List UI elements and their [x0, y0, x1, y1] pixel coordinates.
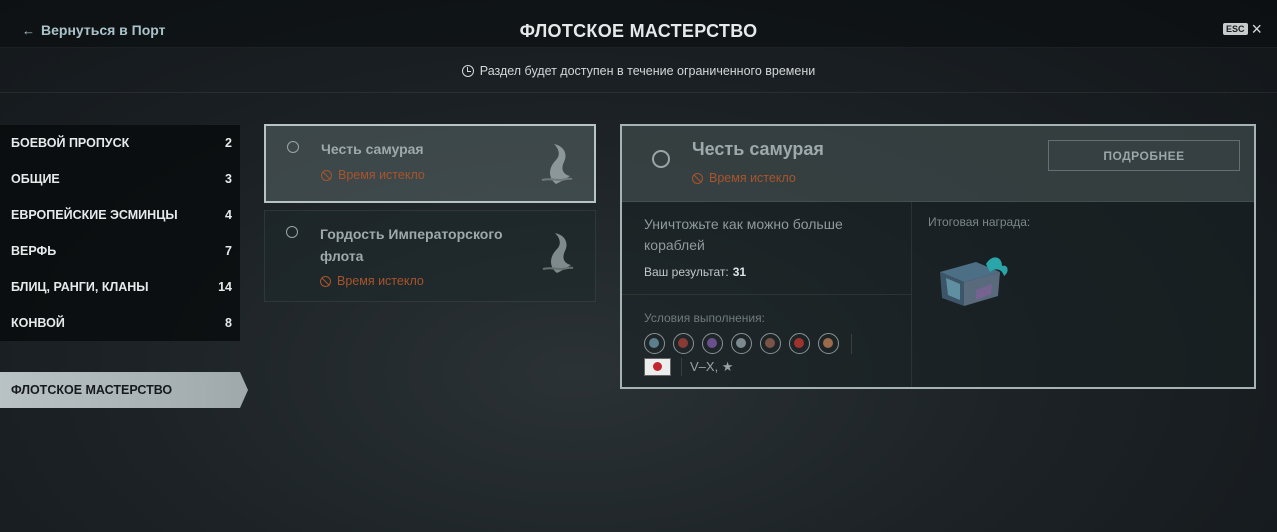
- radio-icon: [652, 150, 670, 168]
- sidebar-item-label: ЕВРОПЕЙСКИЕ ЭСМИНЦЫ: [11, 208, 178, 222]
- result-line: Ваш результат: 31: [644, 265, 746, 279]
- sidebar-item-count: 2: [225, 136, 232, 150]
- page-title: ФЛОТСКОЕ МАСТЕРСТВО: [519, 21, 758, 41]
- radio-icon: [287, 141, 299, 153]
- sidebar-item-fleet-mastery[interactable]: ФЛОТСКОЕ МАСТЕРСТВО: [0, 372, 248, 408]
- divider: [622, 294, 911, 295]
- ship-class-icon: [702, 333, 723, 354]
- close-icon: ×: [1251, 19, 1263, 39]
- ship-class-icon: [731, 333, 752, 354]
- divider: [911, 202, 912, 387]
- ship-class-icon: [789, 333, 810, 354]
- sidebar-item-general[interactable]: ОБЩИЕ 3: [0, 161, 240, 197]
- sidebar-item-convoy[interactable]: КОНВОЙ 8: [0, 305, 240, 341]
- sidebar-item-label: БОЕВОЙ ПРОПУСК: [11, 136, 130, 150]
- expired-icon: [692, 172, 703, 184]
- sidebar-item-label: ОБЩИЕ: [11, 172, 60, 186]
- task-description: Уничтожьте как можно больше кораблей: [644, 216, 843, 253]
- detail-status: Время истекло: [692, 171, 796, 185]
- ship-class-icons: [644, 333, 852, 354]
- notice-text: Раздел будет доступен в течение ограниче…: [479, 64, 816, 78]
- mission-detail-panel: Честь самурая Время истекло ПОДРОБНЕЕ Ун…: [620, 124, 1256, 389]
- status-text: Время истекло: [337, 274, 424, 288]
- sidebar-item-count: 14: [218, 280, 232, 294]
- sidebar: БОЕВОЙ ПРОПУСК 2 ОБЩИЕ 3 ЕВРОПЕЙСКИЕ ЭСМ…: [0, 125, 240, 341]
- more-details-button[interactable]: ПОДРОБНЕЕ: [1048, 140, 1240, 171]
- sidebar-item-count: 8: [225, 316, 232, 330]
- sidebar-item-shipyard[interactable]: ВЕРФЬ 7: [0, 233, 240, 269]
- japan-flag-icon: [644, 358, 671, 376]
- esc-close-button[interactable]: ESC ×: [1223, 19, 1263, 39]
- status-text: Время истекло: [709, 171, 796, 185]
- divider: [851, 333, 852, 354]
- status-text: Время истекло: [338, 168, 425, 182]
- divider: [0, 92, 1277, 93]
- sidebar-item-count: 7: [225, 244, 232, 258]
- reward-label: Итоговая награда:: [928, 215, 1031, 229]
- nation-tier-row: V–X, ★: [644, 358, 733, 376]
- radio-icon: [286, 226, 298, 238]
- mission-card-title: Честь самурая: [321, 141, 424, 157]
- sidebar-item-european-destroyers[interactable]: ЕВРОПЕЙСКИЕ ЭСМИНЦЫ 4: [0, 197, 240, 233]
- mission-card-samurai-honor[interactable]: Честь самурая Время истекло: [264, 124, 596, 203]
- sidebar-item-count: 3: [225, 172, 232, 186]
- clock-icon: [461, 65, 474, 77]
- mission-card-status: Время истекло: [321, 168, 425, 182]
- whale-tail-icon: [536, 140, 576, 191]
- expired-icon: [321, 169, 332, 181]
- mission-card-status: Время истекло: [320, 274, 424, 288]
- whale-tail-icon: [537, 229, 577, 280]
- esc-key-badge: ESC: [1223, 23, 1248, 35]
- ship-class-icon: [673, 333, 694, 354]
- conditions-label: Условия выполнения:: [644, 311, 765, 325]
- detail-title: Честь самурая: [692, 139, 824, 159]
- sidebar-item-label: КОНВОЙ: [11, 316, 65, 330]
- result-label: Ваш результат:: [644, 265, 729, 279]
- detail-header: Честь самурая Время истекло ПОДРОБНЕЕ: [622, 126, 1254, 202]
- tier-range: V–X, ★: [681, 358, 733, 376]
- sidebar-item-label: БЛИЦ, РАНГИ, КЛАНЫ: [11, 280, 149, 294]
- top-bar: ← Вернуться в Порт ФЛОТСКОЕ МАСТЕРСТВО E…: [0, 0, 1277, 48]
- mission-card-title: Гордость Императорского флота: [320, 226, 503, 264]
- limited-time-notice: Раздел будет доступен в течение ограниче…: [0, 64, 1277, 78]
- result-value: 31: [732, 265, 747, 279]
- expired-icon: [320, 275, 331, 287]
- sidebar-item-battle-pass[interactable]: БОЕВОЙ ПРОПУСК 2: [0, 125, 240, 161]
- sidebar-item-count: 4: [225, 208, 232, 222]
- ship-class-icon: [818, 333, 839, 354]
- ship-class-icon: [760, 333, 781, 354]
- ship-class-icon: [644, 333, 665, 354]
- container-crate-icon: [936, 250, 1016, 315]
- mission-card-imperial-pride[interactable]: Гордость Императорского флота Время исте…: [264, 210, 596, 302]
- sidebar-item-blitz-ranked-clans[interactable]: БЛИЦ, РАНГИ, КЛАНЫ 14: [0, 269, 240, 305]
- sidebar-item-label: ВЕРФЬ: [11, 244, 57, 258]
